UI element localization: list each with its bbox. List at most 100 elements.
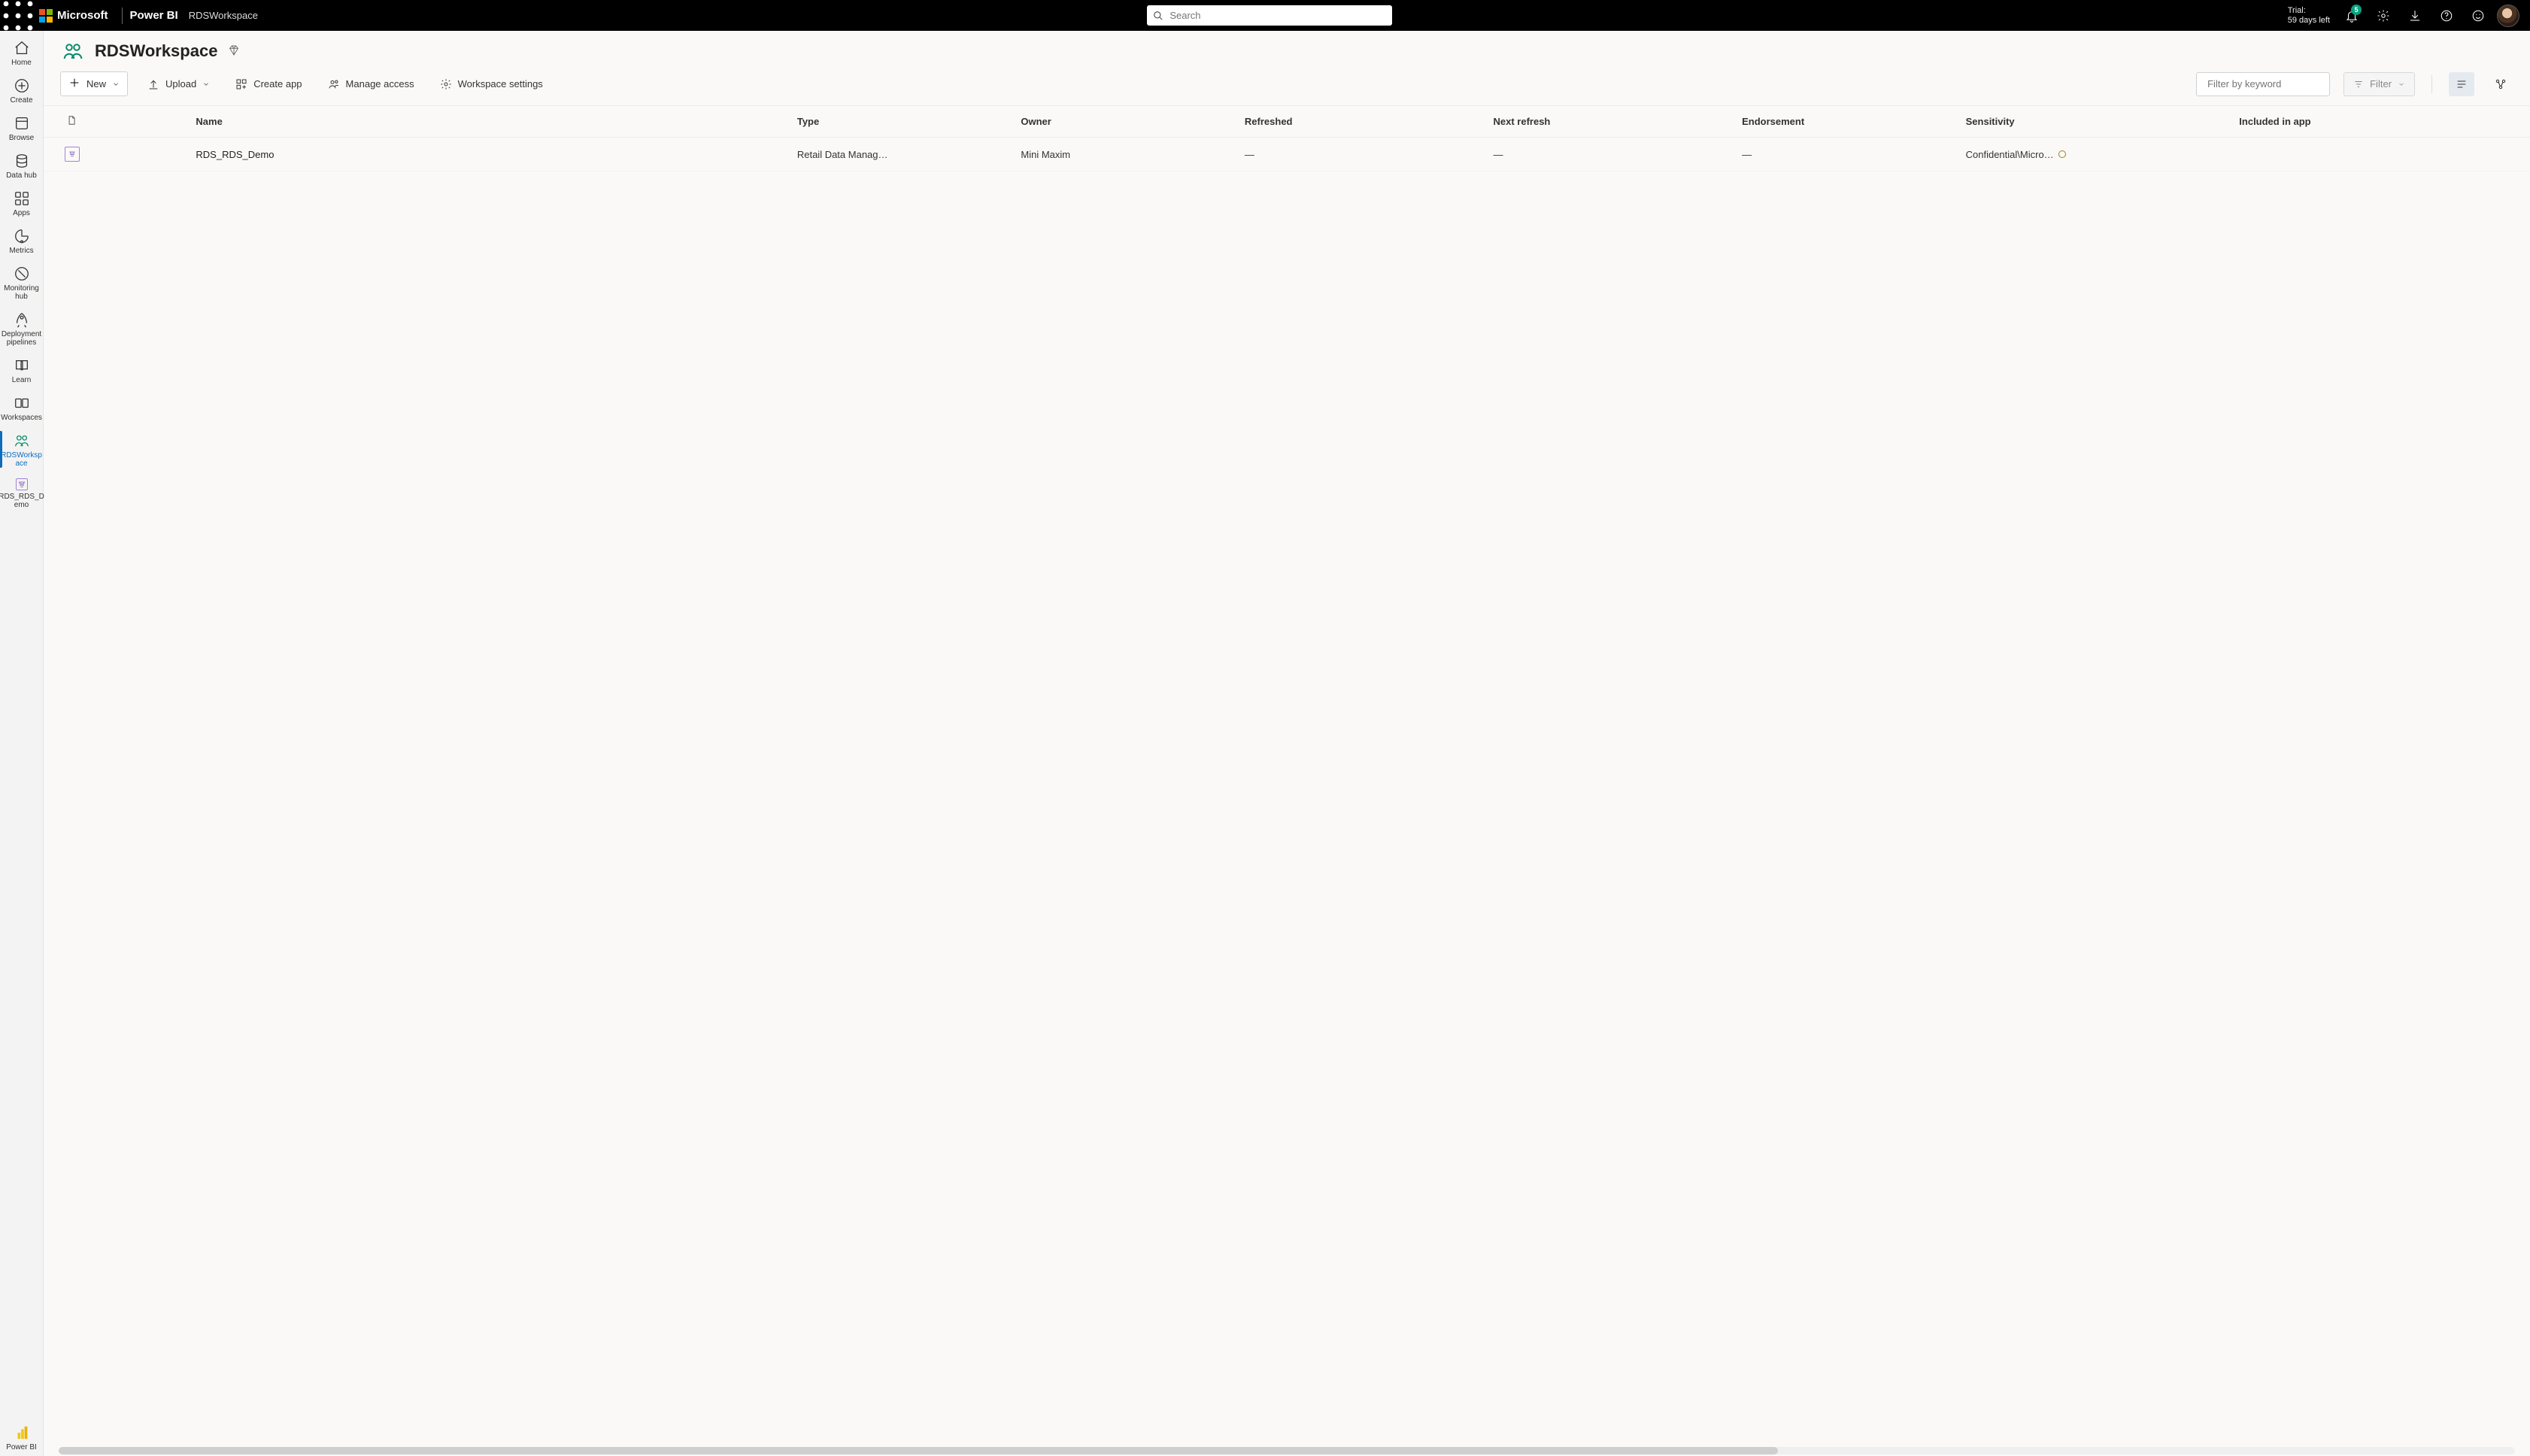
user-avatar[interactable] [2497, 5, 2519, 27]
nav-apps[interactable]: Apps [0, 184, 43, 222]
microsoft-text: Microsoft [57, 9, 108, 22]
toolbar-divider [2431, 75, 2432, 93]
table-row[interactable]: RDS_RDS_DemoRetail Data Manag…Mini Maxim… [44, 138, 2530, 171]
datamart-icon [65, 147, 80, 162]
header-right: Trial: 59 days left 5 [2282, 0, 2524, 31]
nav-label-workspaces: Workspaces [0, 414, 44, 422]
settings-button[interactable] [2368, 0, 2399, 31]
ws-settings-label: Workspace settings [458, 78, 543, 89]
page-header: RDSWorkspace [44, 31, 2530, 68]
document-icon [66, 115, 77, 126]
nav-workspaces[interactable]: Workspaces [0, 389, 43, 426]
top-header-bar: Microsoft Power BI RDSWorkspace Trial: 5… [0, 0, 2530, 31]
nav-home[interactable]: Home [0, 34, 43, 71]
breadcrumb[interactable]: RDSWorkspace [189, 10, 258, 21]
upload-button[interactable]: Upload [141, 74, 216, 95]
row-refreshed: — [1237, 138, 1486, 171]
col-sensitivity-header[interactable]: Sensitivity [1958, 106, 2232, 138]
filter-keyword-input[interactable] [2207, 78, 2340, 89]
header-center [258, 5, 2282, 26]
notifications-button[interactable]: 5 [2336, 0, 2368, 31]
nav-label-rdsworkspace: RDSWorksp ace [0, 451, 44, 468]
workspaces-icon [14, 395, 30, 411]
chevron-down-icon [112, 80, 120, 88]
nav-label-monitoring: Monitoring hub [0, 284, 43, 301]
filter-keyword-wrap[interactable] [2196, 72, 2330, 96]
row-next-refresh: — [1486, 138, 1735, 171]
col-owner-header[interactable]: Owner [1013, 106, 1237, 138]
col-included-header[interactable]: Included in app [2231, 106, 2530, 138]
nav-metrics[interactable]: Metrics [0, 222, 43, 259]
nav-monitoring[interactable]: Monitoring hub [0, 259, 43, 305]
browse-icon [14, 115, 30, 132]
scrollbar-thumb[interactable] [59, 1447, 1778, 1454]
microsoft-logo[interactable]: Microsoft [36, 0, 114, 31]
col-nextrefresh-header[interactable]: Next refresh [1486, 106, 1735, 138]
create-icon [14, 77, 30, 94]
list-view-icon [2456, 78, 2468, 90]
horizontal-scrollbar[interactable] [59, 1447, 2515, 1454]
global-search[interactable] [1147, 5, 1392, 26]
create-app-label: Create app [253, 78, 302, 89]
col-refreshed-header[interactable]: Refreshed [1237, 106, 1486, 138]
filter-icon [2353, 79, 2364, 89]
notification-count-badge: 5 [2351, 5, 2362, 15]
lineage-view-button[interactable] [2488, 72, 2513, 96]
create-app-button[interactable]: Create app [229, 74, 308, 95]
nav-learn[interactable]: Learn [0, 351, 43, 389]
nav-rdsdemo[interactable]: RDS_RDS_D emo [0, 472, 43, 514]
nav-powerbi-home[interactable]: Power BI [0, 1418, 43, 1456]
nav-create[interactable]: Create [0, 71, 43, 109]
trial-line2: 59 days left [2288, 16, 2330, 26]
row-type: Retail Data Manag… [790, 138, 1014, 171]
page-title: RDSWorkspace [95, 41, 217, 61]
row-name[interactable]: RDS_RDS_Demo [193, 138, 789, 171]
col-endorsement-header[interactable]: Endorsement [1734, 106, 1958, 138]
datamart-small-icon [16, 478, 28, 490]
workspace-settings-button[interactable]: Workspace settings [434, 74, 549, 95]
upload-icon [147, 78, 159, 90]
datahub-icon [14, 153, 30, 169]
manage-access-icon [328, 78, 340, 90]
help-button[interactable] [2431, 0, 2462, 31]
nav-browse[interactable]: Browse [0, 109, 43, 147]
global-search-input[interactable] [1169, 5, 1386, 26]
search-icon [1153, 11, 1163, 21]
nav-deployment[interactable]: Deployment pipelines [0, 305, 43, 351]
home-icon [14, 40, 30, 56]
new-button[interactable]: New [60, 71, 128, 96]
filter-button[interactable]: Filter [2343, 72, 2415, 96]
manage-access-button[interactable]: Manage access [322, 74, 420, 95]
content-table-wrap: Name Type Owner Refreshed Next refresh E… [44, 106, 2530, 1447]
premium-diamond-icon[interactable] [228, 44, 240, 59]
content-table: Name Type Owner Refreshed Next refresh E… [44, 106, 2530, 171]
row-sensitivity: Confidential\Micro… [1958, 138, 2232, 171]
main-area: RDSWorkspace New Upload Create app [44, 31, 2530, 1456]
manage-access-label: Manage access [346, 78, 414, 89]
download-icon [2408, 9, 2422, 23]
gear-icon [2377, 9, 2390, 23]
col-name-header[interactable]: Name [193, 106, 789, 138]
col-icon-header[interactable] [44, 106, 193, 138]
product-name[interactable]: Power BI [130, 9, 178, 22]
nav-label-create: Create [8, 96, 34, 105]
nav-datahub[interactable]: Data hub [0, 147, 43, 184]
nav-label-datahub: Data hub [5, 171, 38, 180]
nav-label-deployment: Deployment pipelines [0, 330, 43, 347]
download-button[interactable] [2399, 0, 2431, 31]
nav-label-browse: Browse [8, 134, 35, 142]
feedback-button[interactable] [2462, 0, 2494, 31]
list-view-button[interactable] [2449, 72, 2474, 96]
smiley-icon [2471, 9, 2485, 23]
col-type-header[interactable]: Type [790, 106, 1014, 138]
apps-icon [14, 190, 30, 207]
workspace-toolbar: New Upload Create app Manage access Work… [44, 68, 2530, 106]
row-owner: Mini Maxim [1013, 138, 1237, 171]
nav-rdsworkspace[interactable]: RDSWorksp ace [0, 426, 43, 472]
nav-label-rdsdemo: RDS_RDS_D emo [0, 493, 46, 509]
trial-status[interactable]: Trial: 59 days left [2282, 6, 2336, 26]
app-launcher-button[interactable] [0, 0, 36, 31]
trial-line1: Trial: [2288, 6, 2330, 16]
sensitivity-indicator-icon [2058, 150, 2066, 158]
metrics-icon [14, 228, 30, 244]
